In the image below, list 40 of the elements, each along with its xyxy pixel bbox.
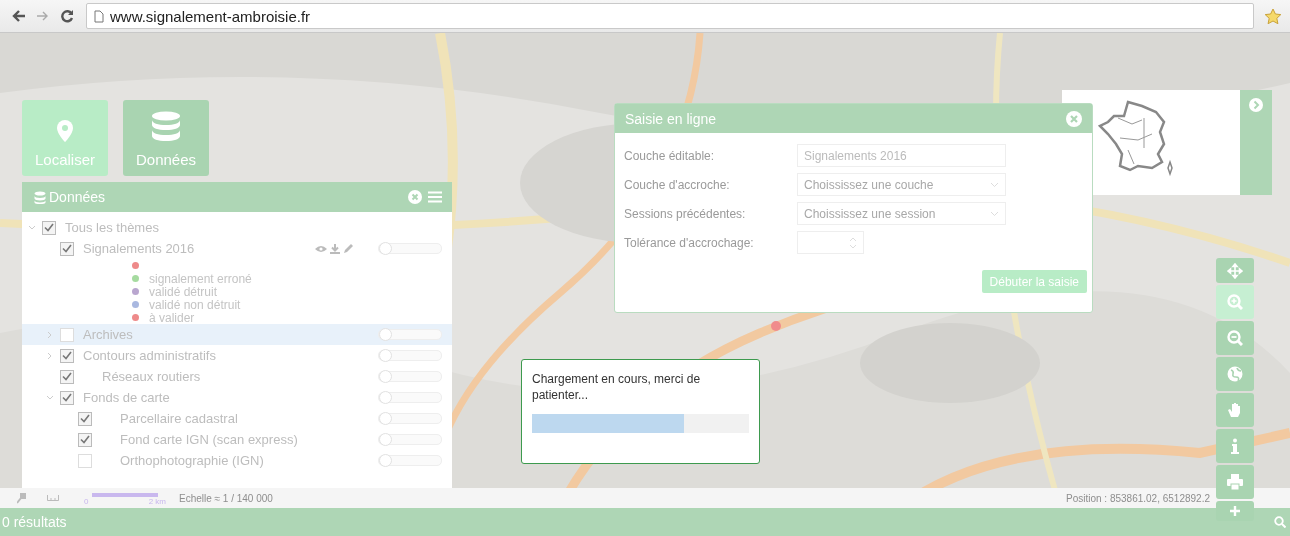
layer-label: Fond carte IGN (scan express): [120, 432, 298, 447]
scale-text: Echelle ≈ 1 / 140 000: [179, 492, 273, 504]
layer-label: Archives: [83, 327, 133, 342]
position-text: Position : 853861.02, 6512892.2: [1066, 492, 1210, 504]
dropdown[interactable]: Choississez une couche: [797, 173, 1006, 196]
address-bar[interactable]: www.signalement-ambroisie.fr: [86, 3, 1254, 29]
layer-label: Tous les thèmes: [65, 220, 159, 235]
start-button[interactable]: Débuter la saisie: [981, 270, 1087, 293]
field-label: Couche éditable:: [624, 148, 716, 163]
field-label: Sessions précédentes:: [624, 206, 747, 221]
tree-row[interactable]: Orthophotographie (IGN): [22, 450, 452, 471]
tree-row[interactable]: Tous les thèmes: [22, 217, 452, 238]
legend-label: validé détruit: [149, 284, 218, 299]
dropdown[interactable]: Choississez une session: [797, 202, 1006, 225]
legend-label: signalement erroné: [149, 271, 252, 286]
url-text: www.signalement-ambroisie.fr: [110, 7, 311, 25]
loading-message: Chargement en cours, merci de patienter...: [532, 371, 702, 403]
results-count: 0 résultats: [2, 514, 67, 530]
tile-button[interactable]: Données: [123, 100, 209, 176]
tree-row[interactable]: Fond carte IGN (scan express): [22, 429, 452, 450]
text-field[interactable]: Signalements 2016: [797, 144, 1006, 167]
field-label: Couche d'accroche:: [624, 177, 731, 192]
tree-row[interactable]: Fonds de carte: [22, 387, 452, 408]
tree-row[interactable]: Parcellaire cadastral: [22, 408, 452, 429]
tree-row[interactable]: Contours administratifs: [22, 345, 452, 366]
layer-label: Réseaux routiers: [102, 369, 201, 384]
layer-label: Orthophotographie (IGN): [120, 453, 264, 468]
tile-button[interactable]: Localiser: [22, 100, 108, 176]
legend-label: validé non détruit: [149, 297, 241, 312]
layer-label: Contours administratifs: [83, 348, 216, 363]
dialog-title: Saisie en ligne: [625, 110, 717, 127]
panel-title: Données: [49, 189, 106, 205]
layer-label: Parcellaire cadastral: [120, 411, 238, 426]
layer-label: Signalements 2016: [83, 241, 195, 256]
tree-row[interactable]: Réseaux routiers: [22, 366, 452, 387]
field-label: Tolérance d'accrochage:: [624, 235, 755, 250]
tree-row[interactable]: Signalements 2016: [22, 238, 452, 259]
layer-label: Fonds de carte: [83, 390, 170, 405]
tree-row[interactable]: Archives: [22, 324, 452, 345]
legend-label: à valider: [149, 310, 195, 325]
